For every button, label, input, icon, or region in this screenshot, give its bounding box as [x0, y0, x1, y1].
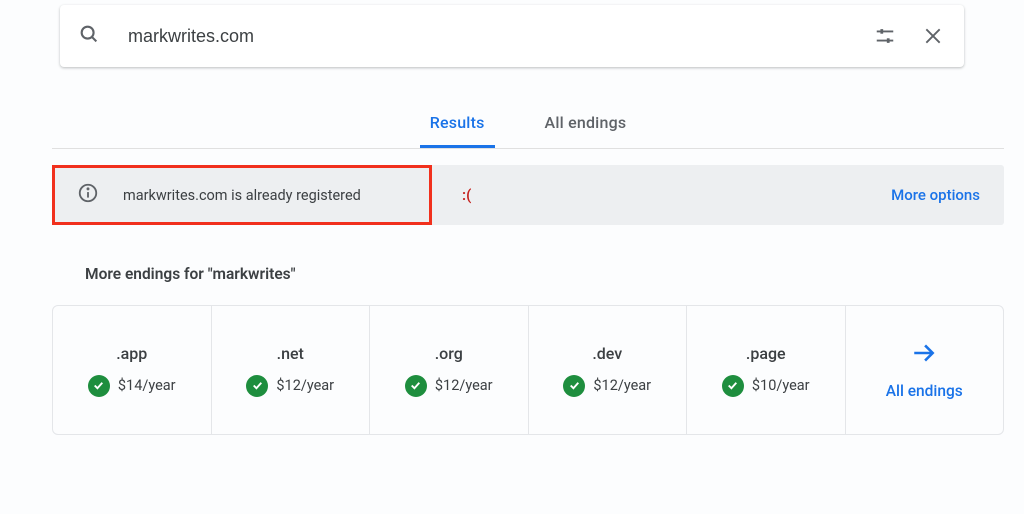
ending-price: $12/year — [593, 377, 651, 394]
ending-org[interactable]: .org $12/year — [370, 306, 529, 434]
info-icon — [77, 182, 99, 208]
ending-name: .org — [435, 344, 463, 363]
sad-face: :( — [462, 186, 471, 204]
tabs: Results All endings — [52, 113, 1004, 149]
ending-price-row: $10/year — [722, 375, 810, 397]
tab-all-endings[interactable]: All endings — [535, 113, 637, 148]
endings-grid: .app $14/year .net $12/year .org $12/yea… — [52, 305, 1004, 435]
ending-price: $12/year — [276, 377, 334, 394]
ending-price: $14/year — [118, 377, 176, 394]
ending-price-row: $14/year — [88, 375, 176, 397]
tune-icon[interactable] — [872, 23, 898, 49]
ending-name: .dev — [592, 344, 622, 363]
search-bar — [60, 5, 964, 67]
more-options-link[interactable]: More options — [891, 186, 980, 204]
tab-results[interactable]: Results — [420, 113, 495, 148]
status-banner: markwrites.com is already registered :( … — [52, 165, 1004, 225]
ending-dev[interactable]: .dev $12/year — [529, 306, 688, 434]
status-registered-box: markwrites.com is already registered — [52, 165, 432, 225]
ending-price: $10/year — [752, 377, 810, 394]
ending-net[interactable]: .net $12/year — [212, 306, 371, 434]
ending-price-row: $12/year — [246, 375, 334, 397]
close-icon[interactable] — [920, 23, 946, 49]
all-endings-label: All endings — [886, 382, 963, 400]
search-input[interactable] — [128, 26, 844, 47]
ending-name: .page — [746, 344, 786, 363]
ending-price: $12/year — [435, 377, 493, 394]
ending-page[interactable]: .page $10/year — [687, 306, 846, 434]
ending-name: .net — [277, 344, 304, 363]
check-icon — [722, 375, 744, 397]
ending-name: .app — [116, 344, 147, 363]
search-icon — [78, 23, 100, 49]
check-icon — [246, 375, 268, 397]
arrow-right-icon — [911, 340, 937, 370]
check-icon — [405, 375, 427, 397]
check-icon — [563, 375, 585, 397]
check-icon — [88, 375, 110, 397]
more-endings-heading: More endings for "markwrites" — [85, 265, 1024, 283]
all-endings-cell[interactable]: All endings — [846, 306, 1004, 434]
status-message: markwrites.com is already registered — [123, 187, 361, 204]
ending-price-row: $12/year — [563, 375, 651, 397]
ending-price-row: $12/year — [405, 375, 493, 397]
ending-app[interactable]: .app $14/year — [53, 306, 212, 434]
